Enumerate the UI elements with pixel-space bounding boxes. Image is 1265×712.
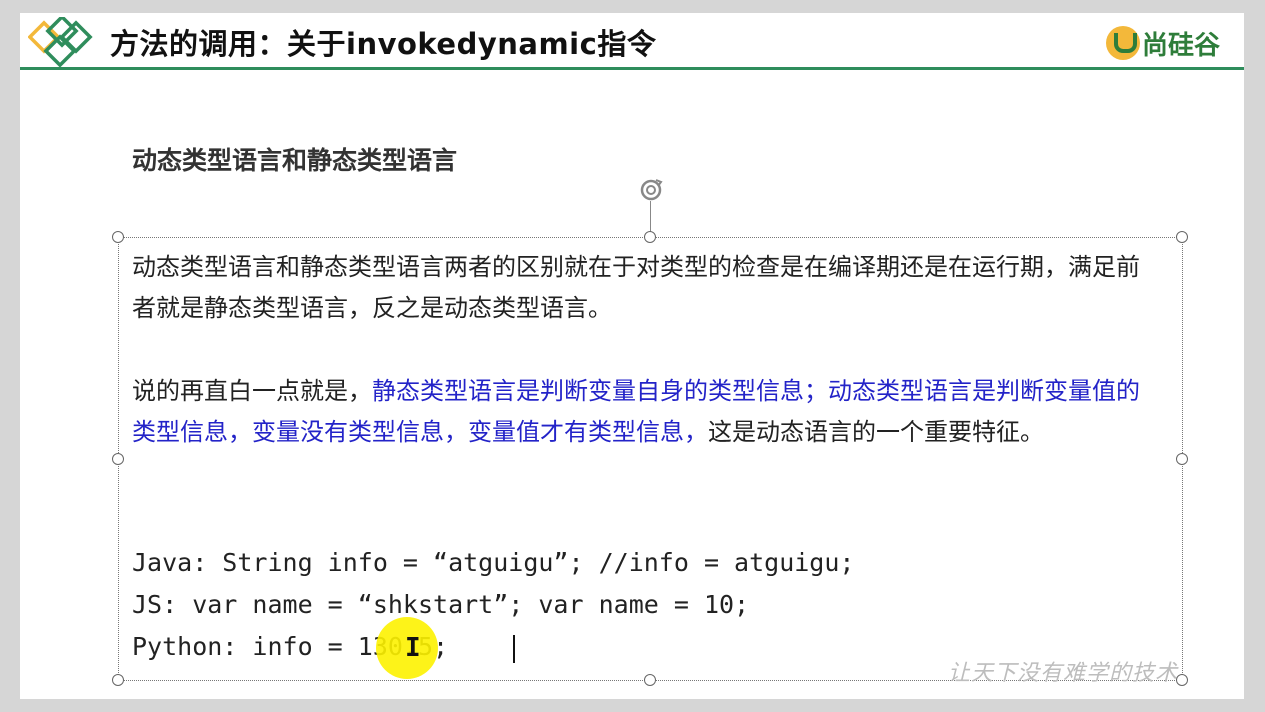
code-line-js: JS: var name = “shkstart”; var name = 10… xyxy=(132,590,750,619)
resize-handle-right[interactable] xyxy=(1176,453,1188,465)
paragraph-intro: 说的再直白一点就是， xyxy=(132,377,372,405)
code-examples[interactable]: Java: String info = “atguigu”; //info = … xyxy=(132,542,854,668)
brand-name: 尚硅谷 xyxy=(1141,30,1220,61)
ibeam-cursor-icon: I xyxy=(405,633,421,663)
resize-handle-bottom[interactable] xyxy=(644,674,656,686)
slide-title: 方法的调用：关于invokedynamic指令 xyxy=(110,27,657,61)
slide-canvas: 方法的调用：关于invokedynamic指令 尚硅谷 动态类型语言和静态类型语… xyxy=(20,13,1244,699)
rotate-icon[interactable] xyxy=(637,176,665,204)
resize-handle-bottom-left[interactable] xyxy=(112,674,124,686)
paragraph-explanation[interactable]: 说的再直白一点就是，静态类型语言是判断变量自身的类型信息；动态类型语言是判断变量… xyxy=(132,371,1162,453)
brand-logo: 尚硅谷 xyxy=(1105,25,1220,61)
header-divider xyxy=(20,67,1244,70)
section-heading: 动态类型语言和静态类型语言 xyxy=(132,146,458,175)
paragraph-tail: 这是动态语言的一个重要特征。 xyxy=(708,418,1044,446)
resize-handle-left[interactable] xyxy=(112,453,124,465)
code-line-java: Java: String info = “atguigu”; //info = … xyxy=(132,548,855,577)
watermark: 让天下没有难学的技术 xyxy=(948,661,1179,686)
slide-header: 方法的调用：关于invokedynamic指令 尚硅谷 xyxy=(20,13,1244,70)
brand-logo-icon xyxy=(1105,26,1140,60)
resize-handle-top-right[interactable] xyxy=(1176,231,1188,243)
code-line-python: Python: info = 130.5; xyxy=(132,632,449,661)
diamond-logo-icon xyxy=(28,17,93,68)
resize-handle-top-left[interactable] xyxy=(112,231,124,243)
paragraph-definition[interactable]: 动态类型语言和静态类型语言两者的区别就在于对类型的检查是在编译期还是在运行期，满… xyxy=(132,247,1152,329)
text-caret xyxy=(513,635,515,663)
resize-handle-top[interactable] xyxy=(644,231,656,243)
